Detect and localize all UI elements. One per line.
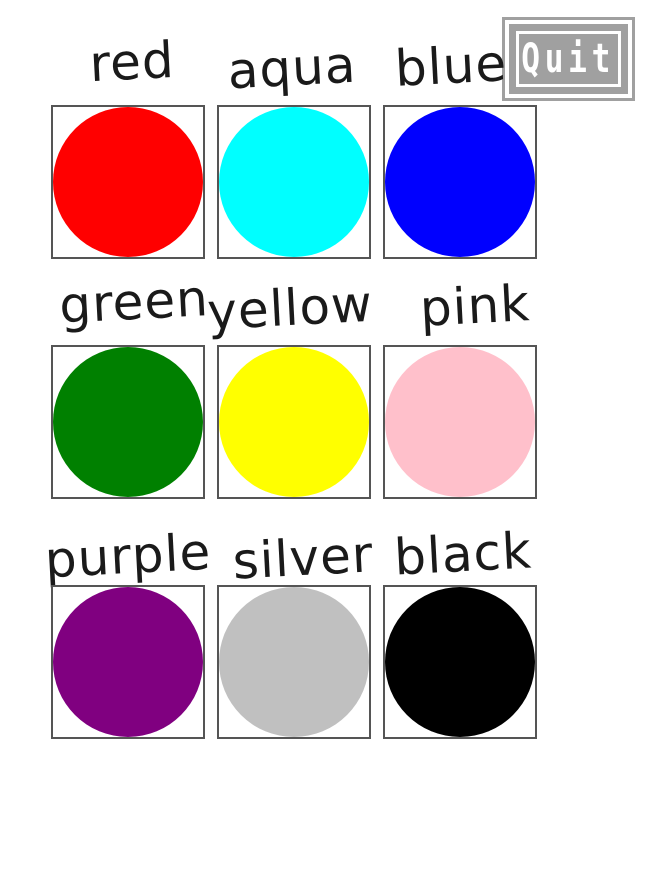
color-circle-blue — [385, 107, 535, 257]
swatch-red[interactable] — [51, 105, 205, 259]
color-circle-pink — [385, 347, 535, 497]
swatch-black[interactable] — [383, 585, 537, 739]
color-label-red: red — [88, 30, 176, 94]
swatch-silver[interactable] — [217, 585, 371, 739]
swatch-pink[interactable] — [383, 345, 537, 499]
color-label-yellow: yellow — [205, 274, 375, 342]
color-circle-purple — [53, 587, 203, 737]
swatch-green[interactable] — [51, 345, 205, 499]
color-label-silver: silver — [231, 525, 375, 591]
color-circle-red — [53, 107, 203, 257]
color-label-aqua: aqua — [226, 35, 358, 101]
swatch-purple[interactable] — [51, 585, 205, 739]
color-circle-silver — [219, 587, 369, 737]
color-circle-aqua — [219, 107, 369, 257]
color-label-black: black — [392, 521, 534, 587]
color-circle-yellow — [219, 347, 369, 497]
color-circle-green — [53, 347, 203, 497]
swatch-blue[interactable] — [383, 105, 537, 259]
color-label-blue: blue — [393, 34, 509, 98]
color-label-pink: pink — [418, 274, 532, 338]
color-label-green: green — [57, 269, 211, 335]
color-circle-black — [385, 587, 535, 737]
swatch-yellow[interactable] — [217, 345, 371, 499]
color-label-purple: purple — [43, 522, 213, 590]
swatch-aqua[interactable] — [217, 105, 371, 259]
